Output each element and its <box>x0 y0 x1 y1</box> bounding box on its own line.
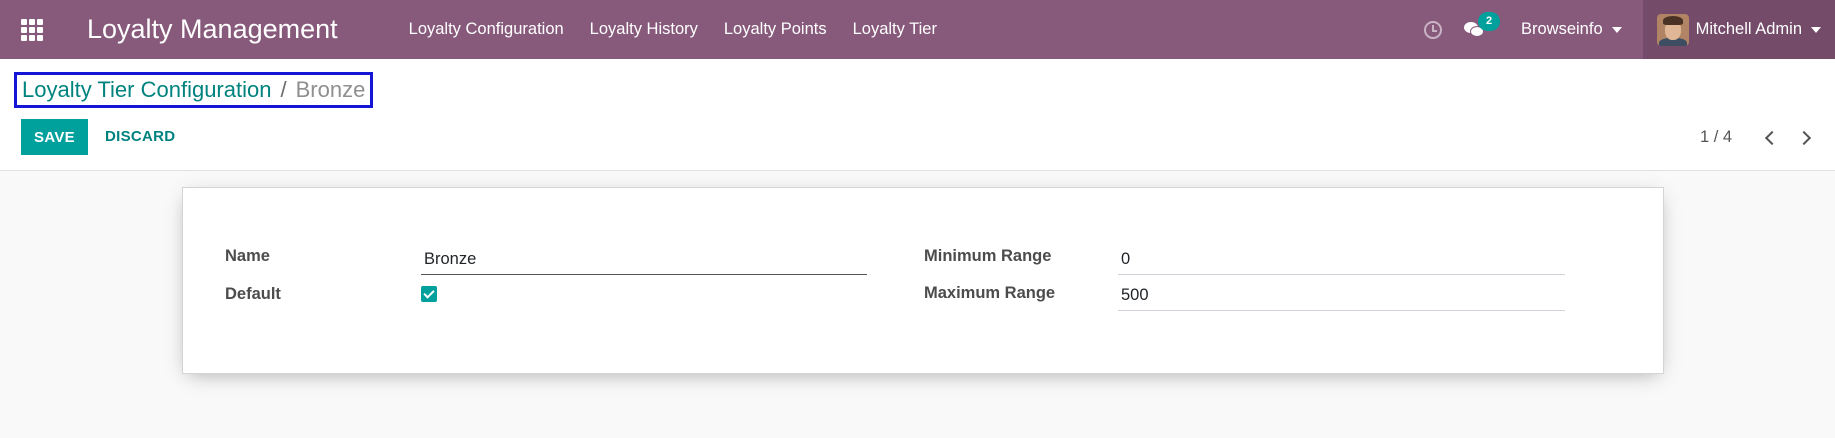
user-menu[interactable]: Mitchell Admin <box>1642 0 1835 59</box>
messages-count-badge: 2 <box>1478 11 1500 31</box>
company-switcher[interactable]: Browseinfo <box>1521 20 1622 39</box>
breadcrumb-separator: / <box>280 77 287 102</box>
app-title[interactable]: Loyalty Management <box>87 14 338 45</box>
menu-loyalty-history[interactable]: Loyalty History <box>577 0 711 59</box>
clock-icon[interactable] <box>1424 20 1442 39</box>
user-name: Mitchell Admin <box>1695 20 1802 38</box>
discard-button[interactable]: DISCARD <box>95 119 185 155</box>
menu-loyalty-configuration[interactable]: Loyalty Configuration <box>396 0 577 59</box>
apps-grid-icon <box>21 18 43 41</box>
breadcrumb-current: Bronze <box>295 77 366 102</box>
pager-next-button[interactable] <box>1796 129 1815 147</box>
save-button[interactable]: SAVE <box>21 119 88 155</box>
caret-down-icon <box>1611 26 1622 33</box>
breadcrumb: Loyalty Tier Configuration / Bronze <box>14 72 374 108</box>
apps-menu-button[interactable] <box>0 0 64 59</box>
menu-loyalty-points[interactable]: Loyalty Points <box>711 0 840 59</box>
main-menu: Loyalty Configuration Loyalty History Lo… <box>396 0 950 59</box>
pager-previous-button[interactable] <box>1762 129 1780 147</box>
chevron-right-icon <box>1796 130 1812 146</box>
minimum-range-field[interactable] <box>1118 245 1565 275</box>
avatar <box>1656 13 1689 46</box>
menu-loyalty-tier[interactable]: Loyalty Tier <box>840 0 950 59</box>
name-label: Name <box>225 247 270 265</box>
minimum-range-label: Minimum Range <box>924 247 1052 265</box>
maximum-range-label: Maximum Range <box>924 284 1056 302</box>
form-sheet: Name Default Minimum Range Maximum Range <box>182 187 1664 374</box>
caret-down-icon <box>1811 26 1821 33</box>
control-panel: Loyalty Tier Configuration / Bronze SAVE… <box>0 59 1835 171</box>
default-checkbox[interactable] <box>421 286 437 302</box>
maximum-range-input[interactable] <box>1118 281 1565 310</box>
name-input[interactable] <box>421 245 867 274</box>
navbar-systray: 2 Browseinfo Mitchell Admin <box>1424 0 1835 59</box>
maximum-range-field[interactable] <box>1118 281 1565 311</box>
company-name: Browseinfo <box>1521 20 1603 38</box>
name-field[interactable] <box>421 245 867 275</box>
breadcrumb-parent-link[interactable]: Loyalty Tier Configuration <box>22 77 271 103</box>
chevron-left-icon <box>1764 130 1780 146</box>
minimum-range-input[interactable] <box>1118 245 1565 274</box>
messages-button[interactable]: 2 <box>1464 11 1500 38</box>
pager-value[interactable]: 1 / 4 <box>1700 128 1732 147</box>
default-label: Default <box>225 285 281 303</box>
top-navbar: Loyalty Management Loyalty Configuration… <box>0 0 1835 59</box>
